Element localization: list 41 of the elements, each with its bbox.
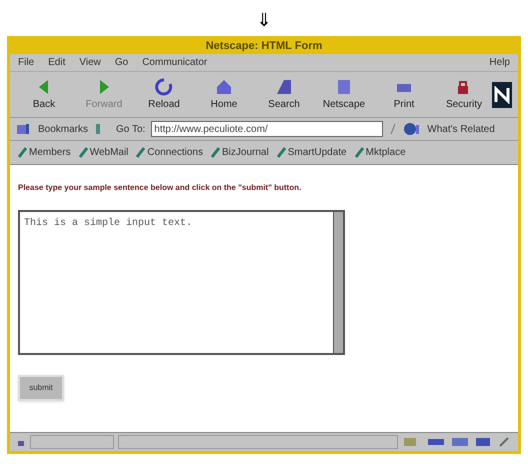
netscape-logo — [492, 82, 512, 108]
dropdown-icon[interactable] — [389, 122, 398, 136]
bookmark-link[interactable]: BizJournal — [222, 145, 269, 160]
location-label: Go To: — [116, 122, 146, 136]
bookmark-icon — [276, 147, 286, 158]
bookmark-icon — [211, 147, 220, 158]
url-field[interactable]: http://www.peculiote.com/ — [151, 121, 384, 137]
menu-item[interactable]: View — [79, 55, 101, 70]
bookmark-icon — [354, 147, 364, 158]
text-area[interactable]: This is a simple input text. — [18, 210, 345, 355]
window-title: Netscape: HTML Form — [204, 39, 324, 54]
menu-item[interactable]: Help — [489, 55, 510, 70]
menu-item[interactable]: File — [18, 55, 34, 70]
bookmark-link[interactable]: Mktplace — [366, 145, 406, 160]
toolbar-button[interactable]: Back — [16, 77, 72, 112]
scrollbar[interactable] — [333, 212, 343, 353]
menu-item[interactable]: Edit — [48, 55, 66, 70]
toolbar-button[interactable]: Reload — [136, 77, 192, 112]
home-icon — [214, 77, 234, 97]
bookmark-icon — [136, 147, 146, 158]
bookmarks-button[interactable]: Bookmarks — [38, 122, 88, 136]
toolbar-button[interactable]: Print — [376, 77, 432, 112]
submit-button[interactable]: submit — [18, 375, 64, 401]
menu-item[interactable]: Communicator — [142, 55, 208, 70]
related-icon — [403, 122, 422, 136]
toolbar-button[interactable]: Search — [256, 77, 312, 112]
menu-item[interactable]: Go — [114, 55, 128, 70]
toolbar-button[interactable]: Security — [436, 77, 492, 112]
bookmark-link[interactable]: SmartUpdate — [288, 145, 347, 160]
toolbar-button[interactable]: Home — [196, 77, 252, 112]
reload-icon — [154, 77, 174, 97]
bookmark-icon — [78, 147, 88, 158]
toolbar-button[interactable]: Netscape — [316, 77, 372, 112]
bookmarks-icon — [16, 123, 32, 135]
whats-related-button[interactable]: What's Related — [427, 122, 495, 136]
bookmark-link[interactable]: WebMail — [90, 145, 128, 160]
bookmark-link[interactable]: Members — [29, 145, 71, 160]
instruction-text: Please type your sample sentence below and click on the "submit" button. — [18, 182, 302, 194]
down-arrow: ⇓ — [256, 9, 272, 31]
bookmark-link[interactable]: Connections — [147, 145, 203, 160]
bookmark-icon — [18, 147, 27, 158]
